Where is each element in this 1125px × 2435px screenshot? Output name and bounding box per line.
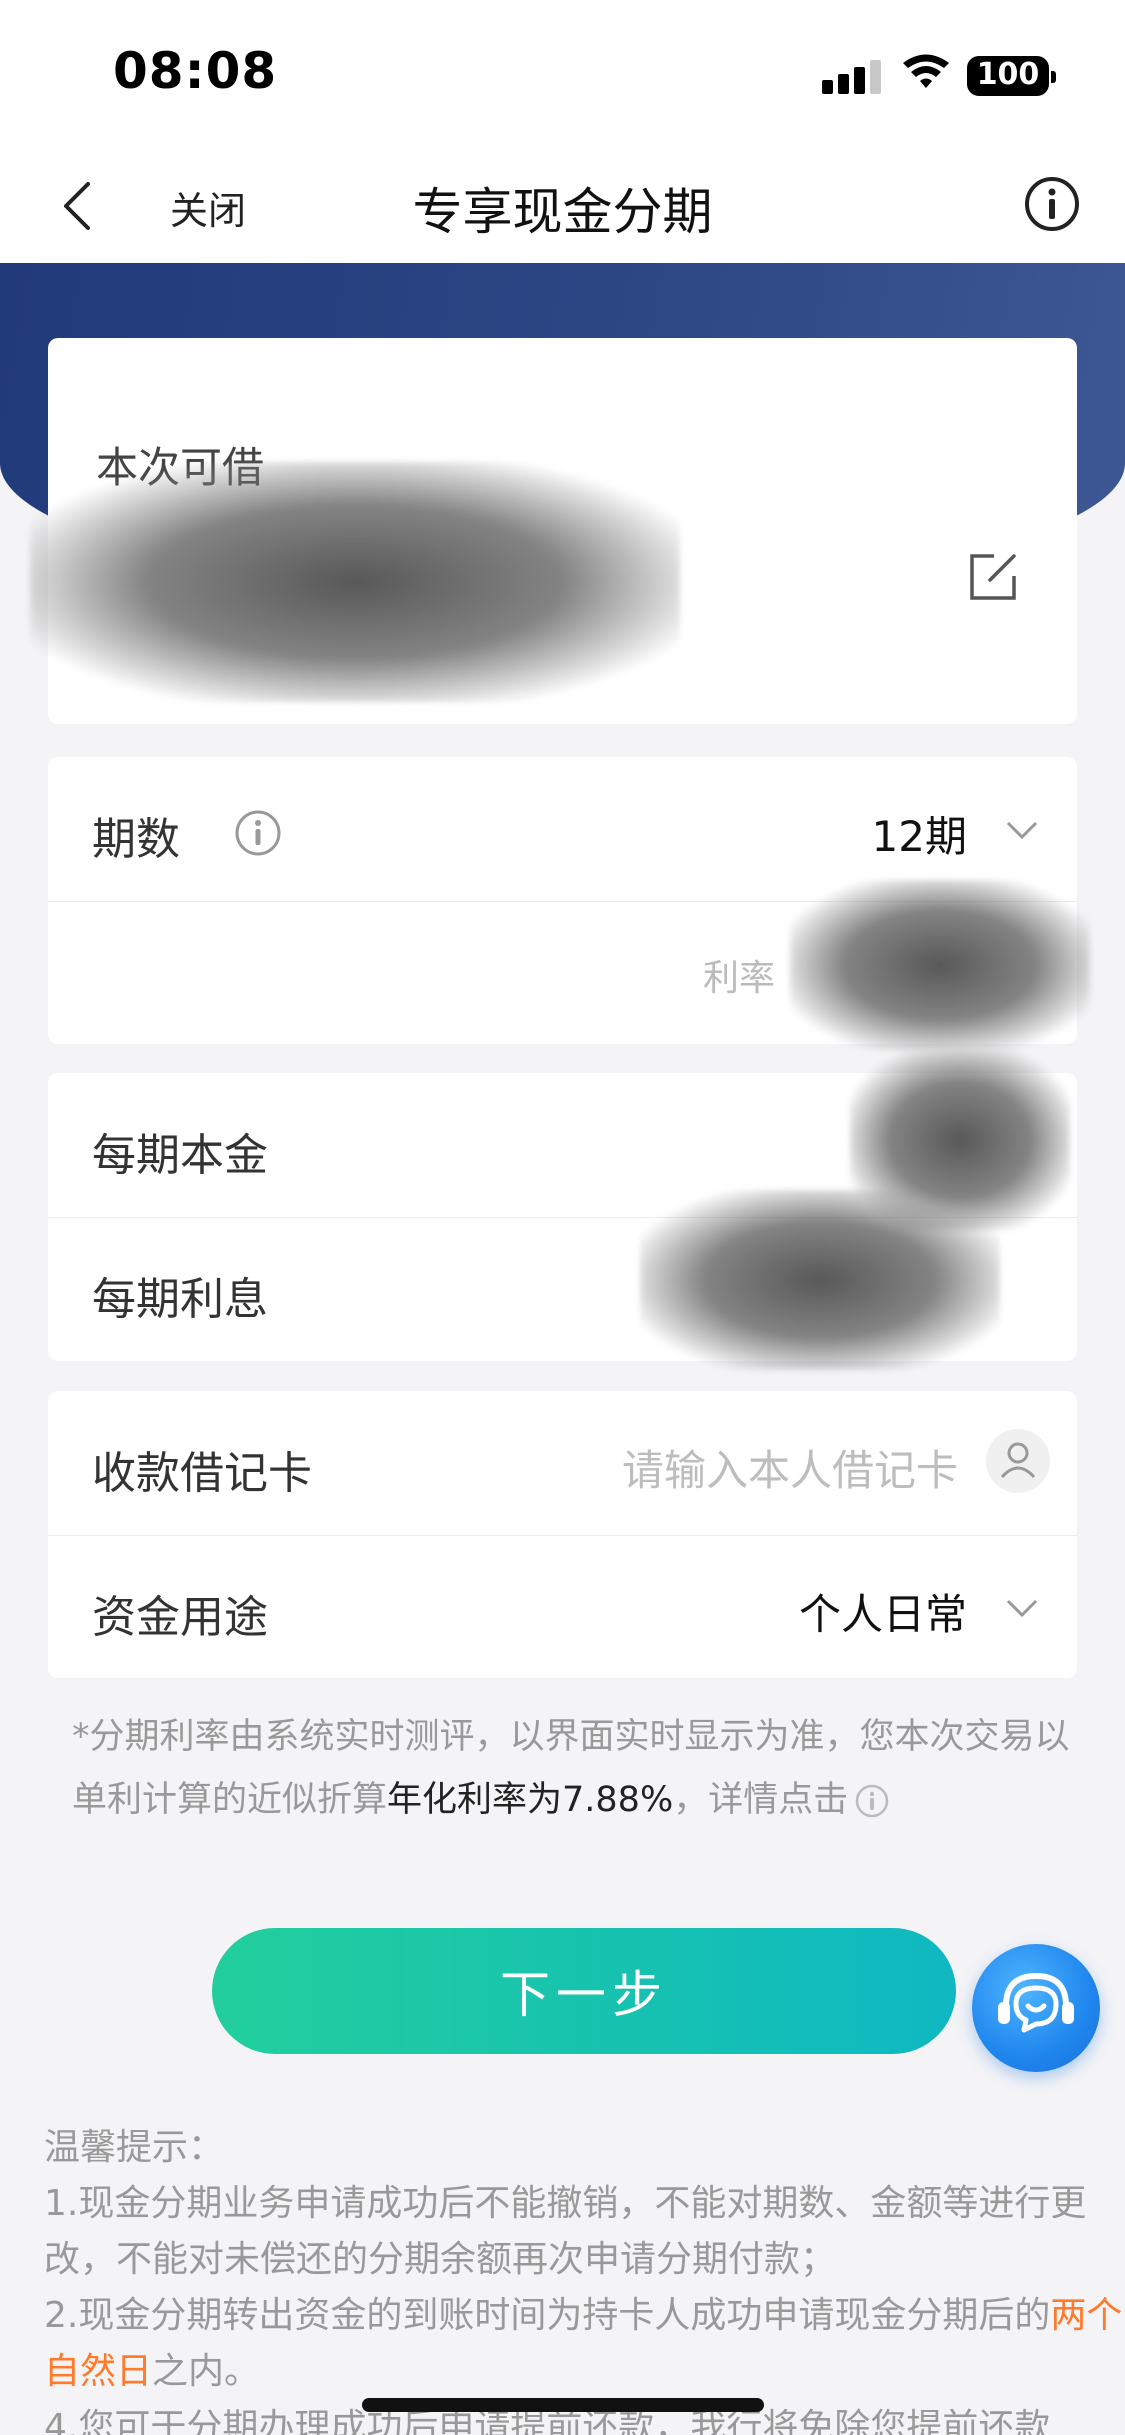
battery-icon: 100 [967,56,1056,96]
info-icon[interactable] [854,1783,890,1819]
home-indicator [362,2398,764,2412]
status-time: 08:08 [113,42,278,100]
tips-item-1: 1.现金分期业务申请成功后不能撤销，不能对期数、金额等进行更改，不能对未偿还的分… [44,2183,1087,2280]
redacted-amount [30,462,680,702]
chevron-down-icon [1006,821,1038,840]
debit-card-label: 收款借记卡 [92,1448,312,1499]
wifi-icon [903,54,949,88]
purpose-label: 资金用途 [92,1592,268,1643]
periods-value: 12期 [871,812,967,861]
edit-icon[interactable] [966,550,1020,604]
tips-item-2-end: 之内。 [152,2351,261,2392]
tips-title: 温馨提示： [44,2127,225,2168]
info-icon[interactable] [1024,176,1080,232]
battery-level: 100 [976,57,1040,92]
purpose-row[interactable]: 资金用途 个人日常 [48,1535,1077,1679]
payment-card: 收款借记卡 请输入本人借记卡 资金用途 个人日常 [48,1391,1077,1678]
customer-service-button[interactable] [972,1944,1100,2072]
rate-note: *分期利率由系统实时测评，以界面实时显示为准，您本次交易以单利计算的近似折算年化… [72,1706,1092,1832]
periods-label: 期数 [92,814,180,865]
headset-icon [998,1972,1074,2033]
chevron-down-icon [1006,1599,1038,1618]
tips-item-2: 2.现金分期转出资金的到账时间为持卡人成功申请现金分期后的两个自然日之内。 [44,2288,1124,2400]
info-icon[interactable] [234,809,282,857]
debit-card-row[interactable]: 收款借记卡 请输入本人借记卡 [48,1391,1077,1535]
principal-label: 每期本金 [92,1130,268,1181]
purpose-value: 个人日常 [798,1590,967,1639]
annual-rate-highlight: 年化利率为7.88% [387,1780,674,1820]
next-button[interactable]: 下一步 [212,1928,956,2054]
redacted-interest [640,1190,1000,1370]
status-bar: 08:08 100 [0,0,1125,150]
tips-section: 温馨提示： 1.现金分期业务申请成功后不能撤销，不能对期数、金额等进行更改，不能… [44,2120,1124,2435]
rate-info-text: 利率 [703,958,776,999]
debit-card-input[interactable]: 请输入本人借记卡 [622,1437,1020,1498]
redacted-rate [790,880,1090,1050]
nav-bar: 关闭 专享现金分期 [0,150,1125,263]
interest-label: 每期利息 [92,1274,268,1325]
page: 08:08 100 关闭 专享现金分期 本次可借 [0,0,1125,2435]
page-title: 专享现金分期 [412,183,713,241]
details-link-text[interactable]: ，详情点击 [673,1780,848,1820]
cellular-signal-icon [822,58,882,94]
person-icon[interactable] [986,1429,1050,1493]
tips-item-2-text: 2.现金分期转出资金的到账时间为持卡人成功申请现金分期后的 [44,2295,1051,2336]
